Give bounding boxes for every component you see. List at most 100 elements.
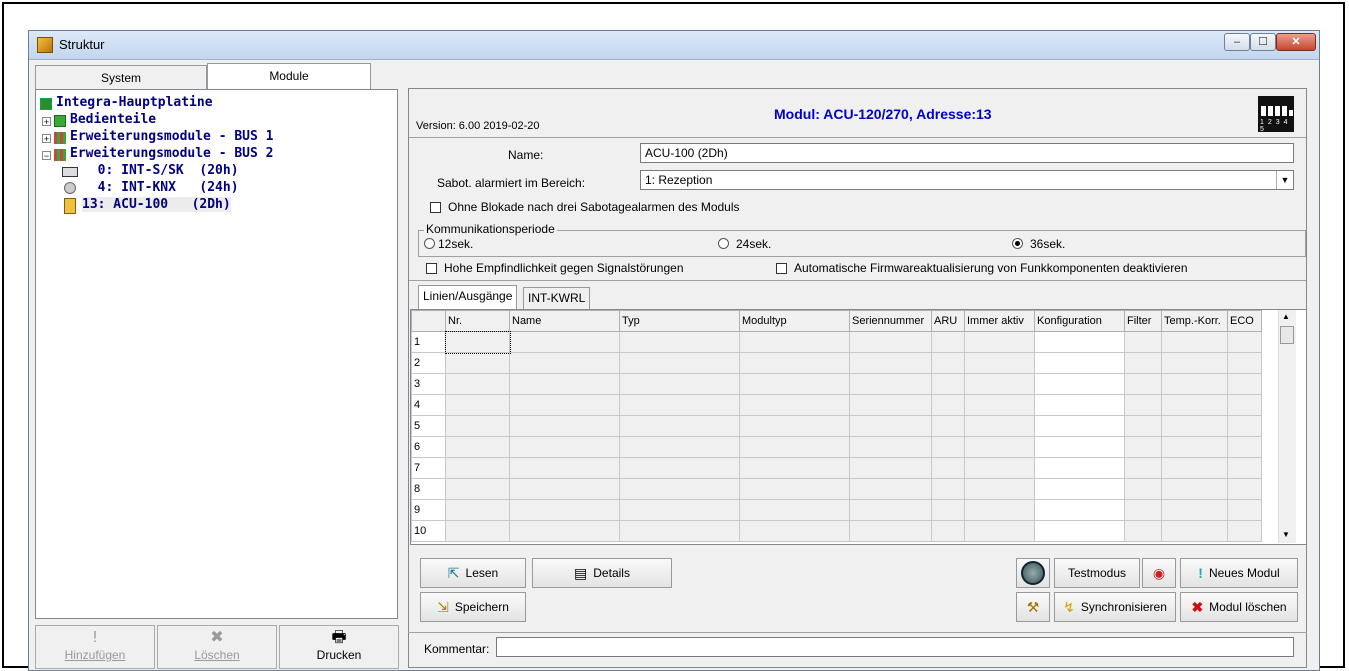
table-cell[interactable]	[1034, 415, 1125, 437]
table-cell[interactable]	[1227, 520, 1262, 542]
table-cell[interactable]	[1161, 478, 1228, 500]
table-cell[interactable]	[1034, 373, 1125, 395]
table-cell[interactable]	[445, 520, 510, 542]
table-cell[interactable]	[1227, 499, 1262, 521]
tree-item-keypads[interactable]: Bedienteile	[70, 112, 156, 127]
table-cell[interactable]	[1227, 415, 1262, 437]
table-cell[interactable]	[849, 436, 932, 458]
table-cell[interactable]	[931, 436, 965, 458]
comm-radio-24[interactable]	[718, 238, 729, 249]
table-cell[interactable]	[1124, 499, 1162, 521]
table-cell[interactable]	[1227, 478, 1262, 500]
table-cell[interactable]	[619, 331, 740, 353]
table-cell[interactable]	[509, 415, 620, 437]
table-cell[interactable]	[964, 331, 1035, 353]
expand-icon[interactable]: +	[42, 117, 51, 127]
table-cell[interactable]	[1227, 331, 1262, 353]
table-cell[interactable]	[849, 478, 932, 500]
table-cell[interactable]	[849, 394, 932, 416]
table-cell[interactable]	[1034, 499, 1125, 521]
table-cell[interactable]	[1161, 394, 1228, 416]
tab-int-kwrl[interactable]: INT-KWRL	[523, 287, 591, 309]
table-cell[interactable]	[739, 373, 850, 395]
table-cell[interactable]	[931, 499, 965, 521]
table-cell[interactable]	[964, 478, 1035, 500]
table-cell[interactable]	[445, 499, 510, 521]
table-cell[interactable]	[1124, 373, 1162, 395]
table-cell[interactable]	[1227, 457, 1262, 479]
table-scrollbar[interactable]: ▲ ▼	[1278, 310, 1296, 543]
table-cell[interactable]	[509, 394, 620, 416]
table-cell[interactable]	[619, 394, 740, 416]
table-cell[interactable]	[739, 352, 850, 374]
table-cell[interactable]	[964, 415, 1035, 437]
tab-module[interactable]: Module	[207, 63, 371, 89]
table-cell[interactable]	[1161, 499, 1228, 521]
column-header[interactable]: Nr.	[445, 310, 510, 332]
column-header[interactable]: Name	[509, 310, 620, 332]
minimize-icon[interactable]: –	[1224, 33, 1250, 51]
auto-firmware-checkbox[interactable]	[776, 263, 787, 274]
table-row[interactable]: 6	[411, 436, 1262, 458]
column-header[interactable]: Immer aktiv	[964, 310, 1035, 332]
table-cell[interactable]	[1161, 373, 1228, 395]
tree-item-bus2[interactable]: Erweiterungsmodule - BUS 2	[70, 146, 274, 161]
table-cell[interactable]	[1034, 331, 1125, 353]
column-header[interactable]: Temp.-Korr.	[1161, 310, 1228, 332]
table-cell[interactable]	[1124, 415, 1162, 437]
close-icon[interactable]: ✕	[1276, 33, 1316, 51]
table-cell[interactable]	[1227, 394, 1262, 416]
zones-table[interactable]: Nr. Name Typ Modultyp Seriennummer ARU Immer a…	[410, 309, 1307, 545]
maximize-icon[interactable]: ☐	[1250, 33, 1276, 51]
table-cell[interactable]	[964, 373, 1035, 395]
tab-system[interactable]: System	[35, 65, 207, 89]
table-cell[interactable]	[509, 352, 620, 374]
table-cell[interactable]	[1034, 394, 1125, 416]
comm-radio-12[interactable]	[424, 238, 435, 249]
collapse-icon[interactable]: −	[42, 151, 51, 161]
table-cell[interactable]	[444, 330, 511, 354]
table-cell[interactable]	[1227, 373, 1262, 395]
table-cell[interactable]	[509, 457, 620, 479]
tree-item-mainboard[interactable]: Integra-Hauptplatine	[56, 95, 213, 110]
table-cell[interactable]	[509, 478, 620, 500]
table-row[interactable]: 7	[411, 457, 1262, 479]
table-cell[interactable]	[1124, 457, 1162, 479]
table-cell[interactable]	[931, 394, 965, 416]
title-bar[interactable]: Struktur – ☐ ✕	[29, 31, 1319, 60]
table-cell[interactable]	[739, 478, 850, 500]
column-header[interactable]: Modultyp	[739, 310, 850, 332]
add-button[interactable]: ! Hinzufügen	[35, 625, 155, 669]
table-cell[interactable]	[849, 457, 932, 479]
table-cell[interactable]	[1161, 352, 1228, 374]
read-button[interactable]: ⇱ Lesen	[420, 558, 526, 588]
table-cell[interactable]	[964, 352, 1035, 374]
table-cell[interactable]	[849, 415, 932, 437]
signal-button[interactable]: ◉	[1142, 558, 1176, 588]
table-cell[interactable]	[509, 436, 620, 458]
table-cell[interactable]	[1034, 520, 1125, 542]
table-cell[interactable]	[619, 436, 740, 458]
comment-input[interactable]	[496, 637, 1294, 657]
table-cell[interactable]	[445, 352, 510, 374]
table-cell[interactable]	[1124, 331, 1162, 353]
scroll-down-icon[interactable]: ▼	[1282, 530, 1290, 539]
table-cell[interactable]	[739, 499, 850, 521]
table-row[interactable]: 9	[411, 499, 1262, 521]
table-cell[interactable]	[509, 373, 620, 395]
table-cell[interactable]	[739, 436, 850, 458]
delete-module-button[interactable]: ✖ Modul löschen	[1180, 592, 1298, 622]
table-cell[interactable]	[619, 520, 740, 542]
comm-radio-36[interactable]	[1012, 238, 1023, 249]
table-cell[interactable]	[739, 457, 850, 479]
tree-item-bus1[interactable]: Erweiterungsmodule - BUS 1	[70, 129, 274, 144]
table-cell[interactable]	[1161, 436, 1228, 458]
table-cell[interactable]	[445, 478, 510, 500]
table-cell[interactable]	[931, 478, 965, 500]
save-button[interactable]: ⇲ Speichern	[420, 592, 526, 622]
tools-button[interactable]: ⚒	[1016, 592, 1050, 622]
table-cell[interactable]	[1124, 436, 1162, 458]
table-cell[interactable]	[931, 352, 965, 374]
table-cell[interactable]	[964, 394, 1035, 416]
table-cell[interactable]	[931, 520, 965, 542]
